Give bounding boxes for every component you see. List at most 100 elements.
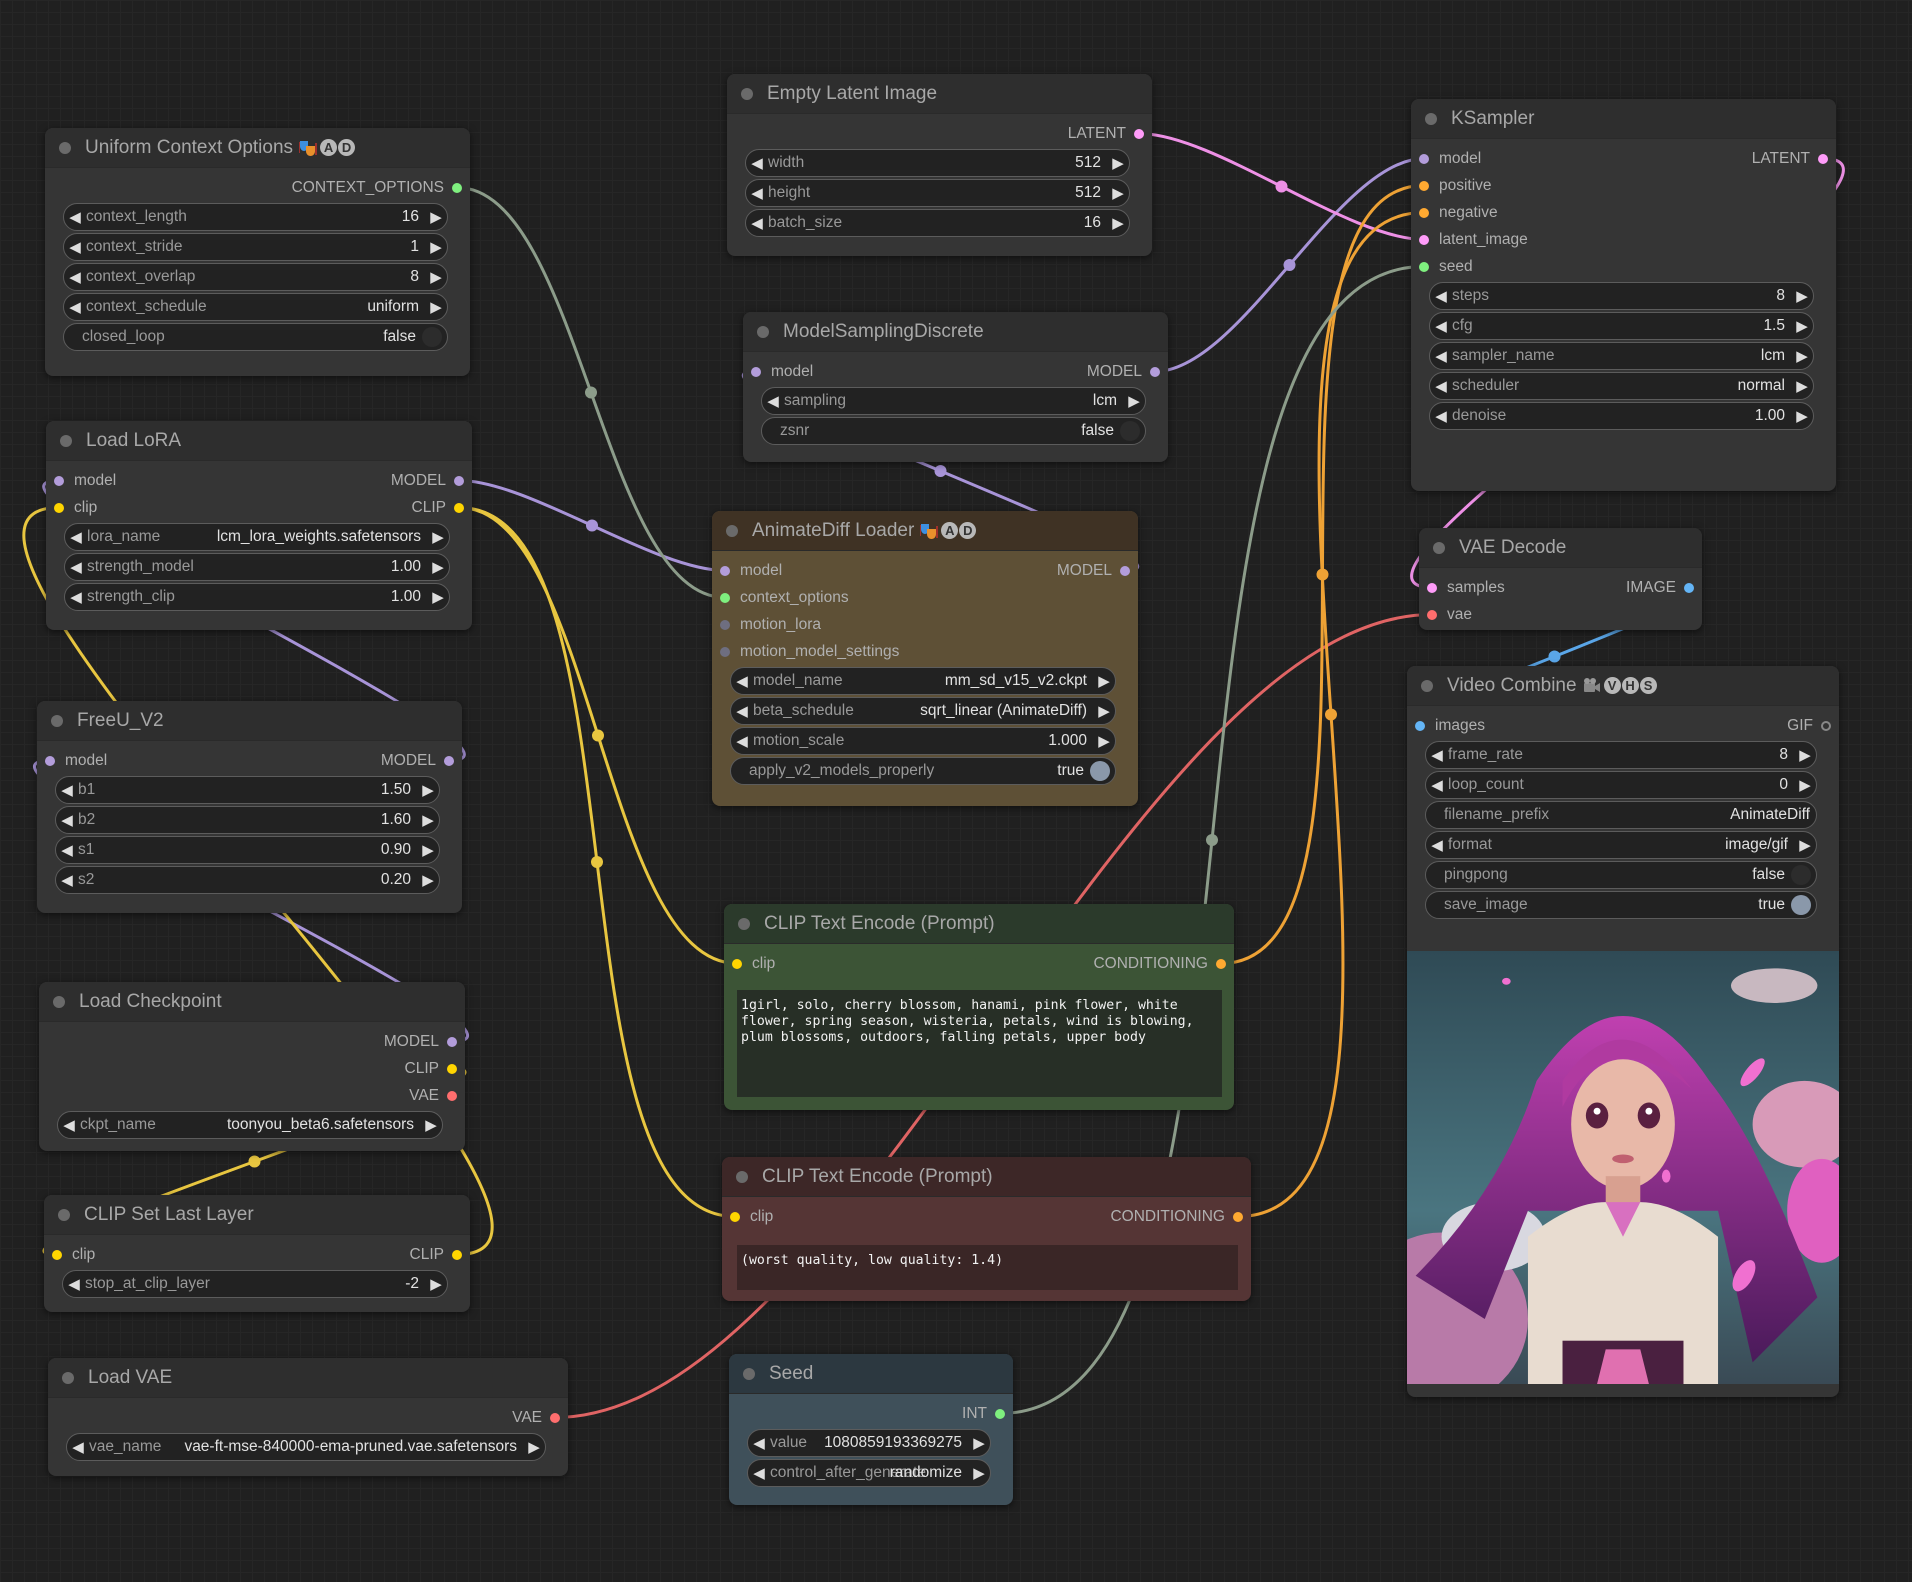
output-dot-icon[interactable]: [1120, 565, 1130, 576]
widget-pingpong[interactable]: pingpong false: [1425, 861, 1817, 889]
output-dot-icon[interactable]: [1134, 128, 1144, 139]
input-dot-icon[interactable]: [1419, 207, 1429, 218]
input-slot-clip[interactable]: clip: [730, 1203, 773, 1230]
increment-arrow-icon[interactable]: ▶: [1093, 672, 1115, 690]
increment-arrow-icon[interactable]: ▶: [425, 298, 447, 316]
widget-value[interactable]: 1.000: [844, 732, 1093, 750]
increment-arrow-icon[interactable]: ▶: [425, 268, 447, 286]
widget-ckpt-name[interactable]: ◀ ckpt_name toonyou_beta6.safetensors ▶: [57, 1111, 443, 1139]
input-slot-seed[interactable]: seed: [1419, 253, 1473, 280]
widget-value[interactable]: normal: [1519, 377, 1791, 395]
widget-value[interactable]: vae-ft-mse-840000-ema-pruned.vae.safeten…: [81, 1438, 523, 1456]
input-slot-context-options[interactable]: context_options: [720, 584, 849, 611]
node-title-bar[interactable]: CLIP Set Last Layer: [44, 1195, 470, 1235]
increment-arrow-icon[interactable]: ▶: [1107, 214, 1129, 232]
widget-cfg[interactable]: ◀ cfg 1.5 ▶: [1429, 312, 1814, 340]
decrement-arrow-icon[interactable]: ◀: [1430, 377, 1452, 395]
link-center-marker[interactable]: [248, 1155, 261, 1168]
collapse-dot-icon[interactable]: [736, 1170, 748, 1183]
widget-value[interactable]: 1080859193369275: [727, 1434, 968, 1452]
link-center-marker[interactable]: [1275, 180, 1288, 193]
output-slot-int[interactable]: INT: [962, 1400, 1005, 1427]
input-slot-clip[interactable]: clip: [52, 1241, 95, 1268]
widget-b2[interactable]: ◀ b2 1.60 ▶: [55, 806, 440, 834]
output-slot-conditioning[interactable]: CONDITIONING: [1093, 950, 1226, 977]
widget-lora-name[interactable]: ◀ lora_name lcm_lora_weights.safetensors ▶: [64, 523, 450, 551]
collapse-dot-icon[interactable]: [743, 1367, 755, 1380]
node-title-bar[interactable]: KSampler: [1411, 99, 1836, 139]
output-slot-clip[interactable]: CLIP: [405, 1055, 457, 1082]
output-dot-icon[interactable]: [447, 1090, 457, 1101]
output-dot-icon[interactable]: [447, 1036, 457, 1047]
increment-arrow-icon[interactable]: ▶: [420, 1116, 442, 1134]
link-center-marker[interactable]: [585, 519, 598, 532]
widget-beta-schedule[interactable]: ◀ beta_schedule sqrt_linear (AnimateDiff) ▶: [730, 697, 1116, 725]
increment-arrow-icon[interactable]: ▶: [1794, 776, 1816, 794]
output-dot-icon[interactable]: [444, 755, 454, 766]
output-slot-latent[interactable]: LATENT: [1752, 145, 1828, 172]
link-center-marker[interactable]: [1206, 834, 1218, 847]
decrement-arrow-icon[interactable]: ◀: [1426, 836, 1448, 854]
output-dot-icon[interactable]: [1821, 720, 1831, 731]
node-ksampler[interactable]: KSampler model LATENT positive negative laten…: [1411, 99, 1836, 491]
prompt-textarea[interactable]: (worst quality, low quality: 1.4): [737, 1245, 1238, 1290]
link-center-marker[interactable]: [1283, 259, 1296, 271]
output-dot-icon[interactable]: [995, 1408, 1005, 1419]
prompt-textarea[interactable]: 1girl, solo, cherry blossom, hanami, pin…: [737, 990, 1222, 1097]
decrement-arrow-icon[interactable]: ◀: [1430, 287, 1452, 305]
output-slot-vae[interactable]: VAE: [512, 1404, 560, 1431]
node-title-bar[interactable]: CLIP Text Encode (Prompt): [722, 1157, 1251, 1197]
input-slot-positive[interactable]: positive: [1419, 172, 1492, 199]
decrement-arrow-icon[interactable]: ◀: [1426, 746, 1448, 764]
node-clip-pos[interactable]: CLIP Text Encode (Prompt) clip CONDITIONIN…: [724, 904, 1234, 1110]
widget-value[interactable]: false: [809, 422, 1120, 440]
widget-value[interactable]: true: [934, 762, 1090, 780]
toggle-knob-icon[interactable]: [1120, 421, 1140, 441]
widget-value[interactable]: 1: [183, 238, 426, 256]
widget-zsnr[interactable]: zsnr false: [761, 417, 1146, 445]
node-video[interactable]: Video Combine V H Simages GIF ◀ frame_rate 8 ▶ ◀ l…: [1355, 666, 1857, 1406]
increment-arrow-icon[interactable]: ▶: [417, 781, 439, 799]
input-slot-model[interactable]: model: [1419, 145, 1481, 172]
collapse-dot-icon[interactable]: [53, 995, 65, 1008]
node-seed[interactable]: Seed INT ◀ value 1080859193369275 ▶ ◀ control_a…: [729, 1354, 1013, 1505]
toggle-knob-icon[interactable]: [1791, 895, 1811, 915]
decrement-arrow-icon[interactable]: ◀: [731, 732, 753, 750]
output-dot-icon[interactable]: [1150, 366, 1160, 377]
increment-arrow-icon[interactable]: ▶: [425, 208, 447, 226]
widget-value[interactable]: false: [165, 328, 422, 346]
output-slot-clip[interactable]: CLIP: [412, 494, 464, 521]
widget-value[interactable]: lcm: [846, 392, 1123, 410]
collapse-dot-icon[interactable]: [60, 434, 72, 447]
collapse-dot-icon[interactable]: [757, 325, 769, 338]
input-slot-model[interactable]: model: [720, 557, 782, 584]
node-vae-decode[interactable]: VAE Decode samples IMAGE vae: [1419, 528, 1702, 630]
widget-context-schedule[interactable]: ◀ context_schedule uniform ▶: [63, 293, 448, 321]
widget-value[interactable]: 1.00: [1506, 407, 1791, 425]
output-slot-model[interactable]: MODEL: [384, 1028, 457, 1055]
decrement-arrow-icon[interactable]: ◀: [64, 298, 86, 316]
increment-arrow-icon[interactable]: ▶: [1791, 317, 1813, 335]
widget-width[interactable]: ◀ width 512 ▶: [745, 149, 1130, 177]
output-slot-context-options[interactable]: CONTEXT_OPTIONS: [292, 174, 462, 201]
input-dot-icon[interactable]: [720, 565, 730, 576]
decrement-arrow-icon[interactable]: ◀: [1430, 407, 1452, 425]
node-checkpoint[interactable]: Load Checkpoint MODEL CLIP VAE ◀ ckpt_name too…: [39, 982, 465, 1151]
widget-value[interactable]: 1.00: [194, 558, 427, 576]
decrement-arrow-icon[interactable]: ◀: [731, 672, 753, 690]
decrement-arrow-icon[interactable]: ◀: [56, 811, 78, 829]
widget-value[interactable]: 16: [842, 214, 1107, 232]
output-dot-icon[interactable]: [1216, 958, 1226, 969]
widget-height[interactable]: ◀ height 512 ▶: [745, 179, 1130, 207]
decrement-arrow-icon[interactable]: ◀: [63, 1275, 85, 1293]
node-title-bar[interactable]: Uniform Context Options A D: [45, 128, 470, 168]
input-slot-vae[interactable]: vae: [1427, 601, 1472, 628]
node-title-bar[interactable]: AnimateDiff Loader A D: [712, 511, 1138, 551]
collapse-dot-icon[interactable]: [1433, 541, 1445, 554]
widget-value[interactable]: 1.00: [175, 588, 427, 606]
input-dot-icon[interactable]: [1419, 153, 1429, 164]
widget-context-overlap[interactable]: ◀ context_overlap 8 ▶: [63, 263, 448, 291]
output-slot-clip[interactable]: CLIP: [410, 1241, 462, 1268]
widget-value[interactable]: toonyou_beta6.safetensors: [156, 1116, 420, 1134]
output-dot-icon[interactable]: [550, 1412, 560, 1423]
